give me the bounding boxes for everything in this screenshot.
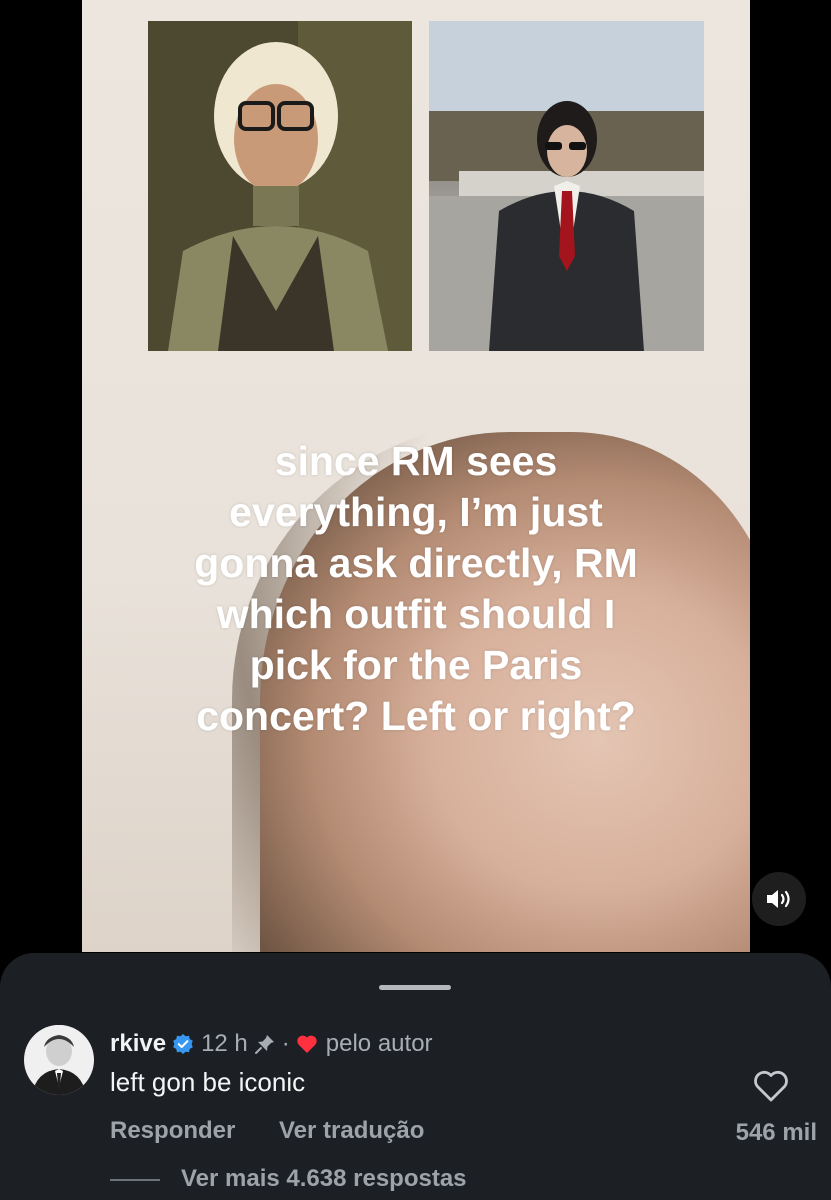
like-count: 546 mil [735, 1119, 817, 1146]
caption-line: gonna ask directly, RM [194, 540, 638, 586]
translate-button[interactable]: Ver tradução [279, 1117, 424, 1145]
caption-line: concert? Left or right? [196, 693, 636, 739]
outfit-photo-left [148, 21, 412, 351]
caption-line: pick for the Paris [249, 642, 583, 688]
sheet-drag-handle[interactable] [379, 985, 451, 990]
outfit-left-illustration [148, 21, 412, 351]
comment-text: left gon be iconic [110, 1067, 306, 1097]
caption-line: everything, I’m just [229, 489, 603, 535]
avatar[interactable] [24, 1025, 94, 1095]
separator-dot: · [281, 1030, 290, 1057]
comment-header: rkive 12 h · pelo autor [110, 1027, 433, 1061]
author-badge-label: pelo autor [325, 1030, 433, 1057]
outfit-photo-right [429, 21, 704, 351]
comments-sheet: rkive 12 h · pelo autor left gon be icon… [0, 953, 831, 1200]
verified-badge-icon [172, 1033, 194, 1055]
like-heart-icon[interactable] [753, 1069, 789, 1103]
comment-username[interactable]: rkive [110, 1030, 166, 1058]
comment-timestamp: 12 h [201, 1030, 248, 1057]
replies-divider-line [110, 1179, 160, 1181]
sound-toggle-button[interactable] [752, 872, 806, 926]
video-caption: since RM sees everything, I’m just gonna… [82, 436, 750, 742]
outfit-right-illustration [429, 21, 704, 351]
caption-line: which outfit should I [216, 591, 616, 637]
speaker-icon [767, 890, 790, 908]
view-more-replies-button[interactable]: Ver mais 4.638 respostas [181, 1165, 467, 1193]
reply-button[interactable]: Responder [110, 1117, 235, 1145]
reel-video[interactable]: since RM sees everything, I’m just gonna… [82, 0, 750, 952]
avatar-image [24, 1025, 94, 1095]
liked-by-author-heart-icon [296, 1034, 318, 1054]
pin-icon [254, 1033, 276, 1055]
caption-line: since RM sees [274, 438, 558, 484]
